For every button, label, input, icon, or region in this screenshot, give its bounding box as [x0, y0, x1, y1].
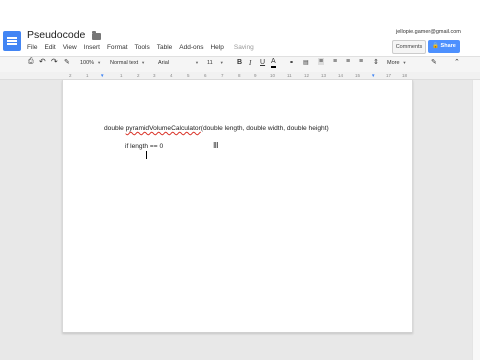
ibeam-cursor-icon: Ⅲ — [213, 141, 219, 150]
document-line-2[interactable]: if length == 0 — [125, 143, 163, 150]
ruler-tick: 4 — [170, 73, 173, 78]
misspelled-word[interactable]: pyramidVolumeCalculator — [126, 125, 201, 132]
ruler-tick: 3 — [153, 73, 156, 78]
ruler-tick: 18 — [402, 73, 408, 78]
user-email[interactable]: jellopie.gamer@gmail.com — [396, 29, 461, 35]
zoom-value: 100% — [80, 60, 95, 66]
caret-down-icon: ▼ — [141, 60, 146, 65]
document-title[interactable]: Pseudocode — [27, 29, 85, 41]
more-button[interactable]: More ▼ — [387, 60, 407, 66]
more-label: More — [387, 60, 400, 66]
caret-down-icon: ▼ — [219, 60, 224, 65]
save-status: Saving — [233, 44, 254, 51]
zoom-select[interactable]: 100% ▼ — [80, 60, 101, 66]
menu-tools[interactable]: Tools — [135, 44, 150, 51]
ruler-tick: 14 — [338, 73, 344, 78]
menu-help[interactable]: Help — [210, 44, 223, 51]
font-size-select[interactable]: 11 ▼ — [207, 60, 224, 66]
font-size-value: 11 — [207, 60, 213, 66]
line-spacing-icon[interactable]: ⇕ — [373, 58, 379, 66]
print-icon[interactable]: ⎙ — [28, 58, 34, 66]
font-select[interactable]: Arial ▼ — [158, 60, 199, 66]
document-line-1[interactable]: double pyramidVolumeCalculator(double le… — [104, 125, 329, 132]
underline-icon[interactable]: U — [260, 59, 265, 66]
vertical-scrollbar[interactable] — [472, 80, 480, 360]
ruler-tick: 1 — [120, 73, 123, 78]
folder-icon[interactable] — [92, 31, 101, 40]
text-cursor — [146, 151, 147, 159]
comment-icon[interactable]: ▤ — [303, 59, 309, 66]
ruler-right-margin-marker[interactable]: ▼ — [371, 73, 375, 78]
caret-down-icon: ▼ — [97, 60, 102, 65]
caret-down-icon: ▼ — [195, 60, 199, 65]
menu-edit[interactable]: Edit — [44, 44, 55, 51]
share-label: Share — [440, 43, 456, 49]
bold-icon[interactable]: B — [237, 59, 242, 66]
ruler-tick: 6 — [204, 73, 207, 78]
align-center-icon[interactable]: ≡ — [333, 58, 337, 65]
ruler-tick: 17 — [386, 73, 392, 78]
text-color-icon[interactable]: A — [271, 58, 276, 68]
toolbar: ⎙ ↶ ↷ ✎ 100% ▼ Normal text ▼ Arial ▼ 11 ▼ B … — [0, 56, 480, 73]
ruler-tick: 2 — [69, 73, 72, 78]
menu-insert[interactable]: Insert — [84, 44, 100, 51]
code-text: double — [104, 125, 126, 132]
ruler-tick: 10 — [270, 73, 276, 78]
ruler-tick: 15 — [355, 73, 361, 78]
ruler-tick: 8 — [238, 73, 241, 78]
undo-icon[interactable]: ↶ — [39, 57, 46, 66]
code-text: (double length, double width, double hei… — [200, 125, 329, 132]
ruler-tick: 5 — [187, 73, 190, 78]
link-icon[interactable]: ⚭ — [289, 59, 294, 66]
italic-icon[interactable]: I — [249, 59, 251, 67]
ruler-tick: 9 — [254, 73, 257, 78]
redo-icon[interactable]: ↷ — [51, 57, 58, 66]
ruler-tick: 2 — [137, 73, 140, 78]
ruler-tick: 13 — [321, 73, 327, 78]
style-select[interactable]: Normal text ▼ — [110, 60, 145, 66]
ruler-indent-marker[interactable]: ▼ — [100, 73, 104, 78]
ruler-tick: 12 — [304, 73, 310, 78]
menu-view[interactable]: View — [63, 44, 77, 51]
ruler-tick: 11 — [287, 73, 292, 78]
caret-down-icon: ▼ — [402, 60, 407, 65]
menu-addons[interactable]: Add-ons — [179, 44, 203, 51]
align-right-icon[interactable]: ≡ — [346, 58, 350, 65]
share-button[interactable]: 🔒 Share — [428, 40, 460, 53]
ruler-tick: 7 — [221, 73, 224, 78]
align-left-icon[interactable]: ≡ — [318, 58, 325, 65]
lock-icon: 🔒 — [432, 43, 440, 49]
ruler-tick: 1 — [86, 73, 89, 78]
collapse-icon[interactable]: ⌃ — [454, 58, 460, 66]
font-value: Arial — [158, 60, 170, 66]
paint-format-icon[interactable]: ✎ — [64, 58, 70, 66]
document-page[interactable] — [62, 80, 413, 333]
style-value: Normal text — [110, 60, 139, 66]
menu-format[interactable]: Format — [107, 44, 128, 51]
menu-table[interactable]: Table — [157, 44, 173, 51]
justify-icon[interactable]: ≡ — [359, 58, 363, 65]
menu-file[interactable]: File — [27, 44, 37, 51]
docs-logo-icon[interactable] — [3, 31, 21, 51]
comments-button[interactable]: Comments — [392, 40, 426, 54]
pen-icon[interactable]: ✎ — [431, 58, 437, 66]
menu-bar: File Edit View Insert Format Tools Table… — [27, 44, 261, 51]
